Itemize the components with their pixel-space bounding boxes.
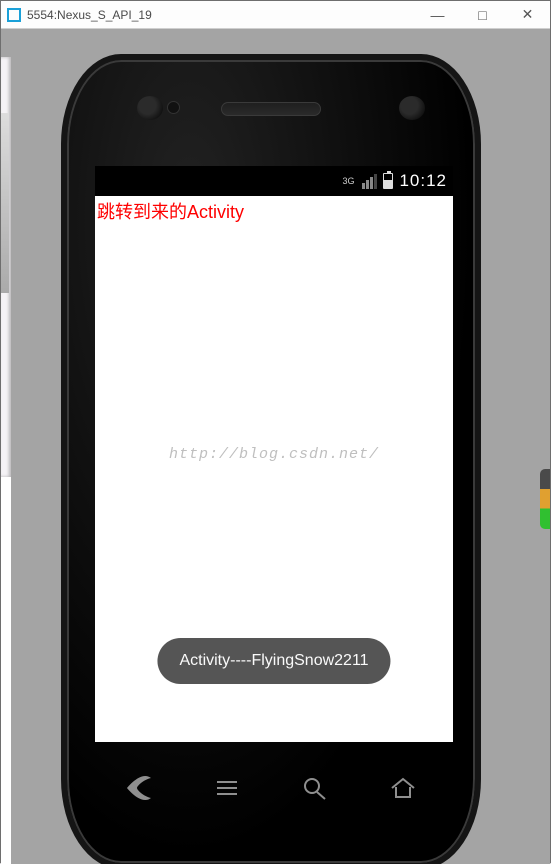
maximize-button[interactable]: □	[460, 1, 505, 28]
window-titlebar[interactable]: 5554:Nexus_S_API_19 — □ ✕	[1, 1, 550, 29]
device-frame: 3G 10:12 跳转到来的Activity http://blog.csdn.…	[61, 54, 481, 864]
sensor-small-icon	[167, 101, 180, 114]
window-title: 5554:Nexus_S_API_19	[27, 8, 152, 22]
emulator-window: 5554:Nexus_S_API_19 — □ ✕ 3G	[0, 0, 551, 863]
hardware-nav-buttons	[95, 765, 447, 815]
device-screen[interactable]: 3G 10:12 跳转到来的Activity http://blog.csdn.…	[95, 166, 453, 742]
scroll-indicator-icon	[540, 469, 550, 529]
android-statusbar: 3G 10:12	[95, 166, 453, 196]
app-content: 跳转到来的Activity http://blog.csdn.net/ Acti…	[95, 196, 453, 742]
statusbar-time: 10:12	[399, 171, 447, 191]
battery-icon	[383, 173, 393, 189]
home-button[interactable]	[387, 774, 419, 807]
emulator-viewport: 3G 10:12 跳转到来的Activity http://blog.csdn.…	[1, 29, 550, 864]
close-button[interactable]: ✕	[505, 1, 550, 28]
minimize-button[interactable]: —	[415, 1, 460, 28]
left-edge-strip	[1, 57, 11, 864]
toast-message: Activity----FlyingSnow2211	[157, 638, 390, 684]
sensor-left-icon	[137, 96, 163, 120]
watermark-text: http://blog.csdn.net/	[169, 446, 379, 463]
search-button[interactable]	[299, 774, 331, 807]
activity-heading: 跳转到来的Activity	[95, 196, 453, 224]
emulator-icon	[7, 8, 21, 22]
camera-icon	[399, 96, 425, 120]
speaker-grill-icon	[221, 102, 321, 116]
back-button[interactable]	[123, 774, 155, 807]
signal-bars-icon	[362, 174, 377, 189]
menu-button[interactable]	[211, 774, 243, 807]
network-3g-icon: 3G	[342, 176, 356, 186]
